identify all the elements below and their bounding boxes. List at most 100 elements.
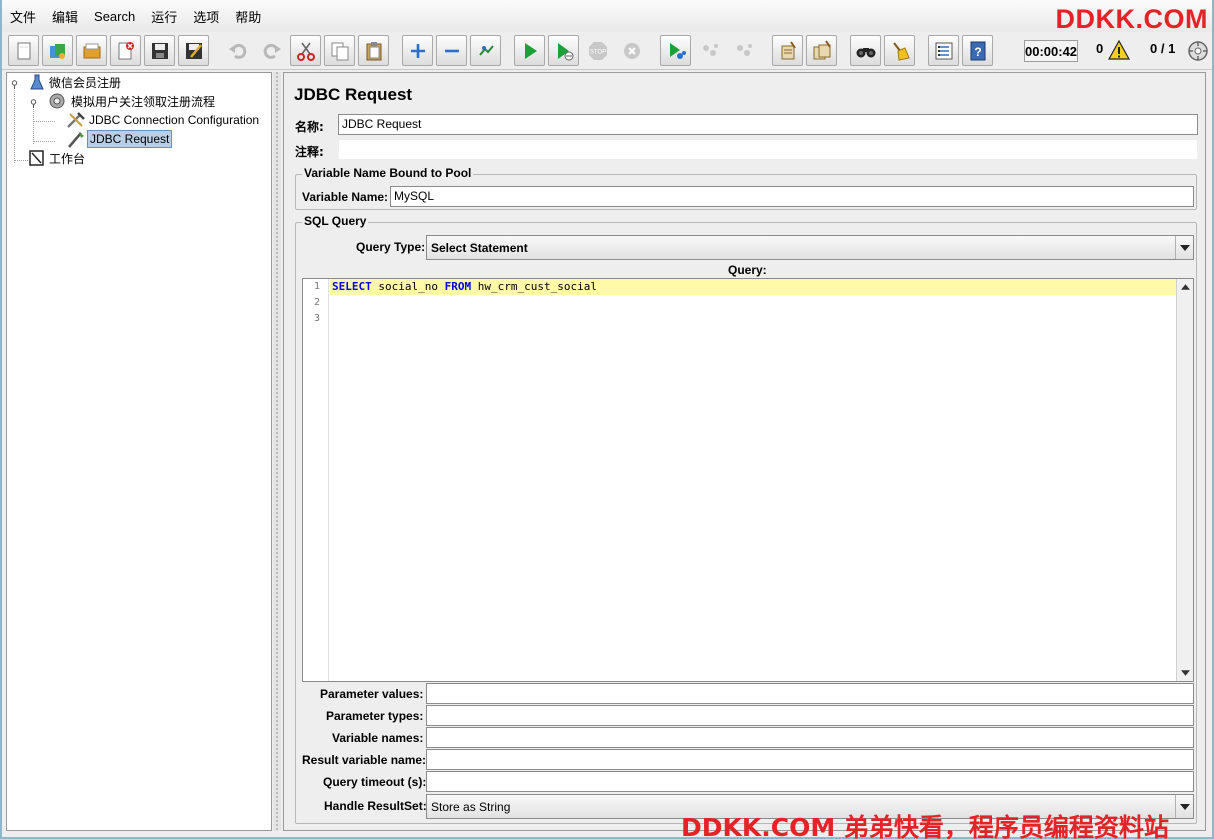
clear-all-icon[interactable] — [806, 35, 837, 66]
toolbar: STOP ? 00:00:42 0 0 / 1 — [2, 32, 1212, 70]
function-helper-icon[interactable] — [928, 35, 959, 66]
variable-name-label: Variable Name: — [302, 190, 389, 204]
scroll-up-icon[interactable] — [1177, 279, 1193, 295]
menu-help[interactable]: 帮助 — [233, 5, 263, 28]
tree-item-thread-group[interactable]: 模拟用户关注领取注册流程 — [45, 92, 217, 110]
scroll-down-icon[interactable] — [1177, 665, 1193, 681]
query-label: Query: — [728, 263, 767, 277]
sampler-icon — [65, 129, 87, 149]
parameter-types-label: Parameter types: — [326, 709, 424, 723]
pool-group-title: Variable Name Bound to Pool — [302, 166, 474, 180]
thread-group-icon — [45, 92, 69, 110]
parameter-types-field[interactable] — [426, 705, 1194, 726]
sql-keyword: FROM — [444, 280, 472, 293]
tree-item-label: 微信会员注册 — [49, 75, 122, 90]
query-type-select[interactable]: Select Statement — [426, 235, 1194, 260]
code-line-1: SELECT social_no FROM hw_crm_cust_social — [330, 279, 1176, 295]
templates-icon[interactable] — [42, 35, 73, 66]
config-element-icon — [65, 110, 87, 130]
name-label: 名称: — [295, 120, 324, 134]
search-icon[interactable] — [850, 35, 881, 66]
menu-bar: 文件 编辑 Search 运行 选项 帮助 — [2, 0, 1212, 32]
query-timeout-field[interactable] — [426, 771, 1194, 792]
expand-icon[interactable] — [402, 35, 433, 66]
remote-start-icon[interactable] — [660, 35, 691, 66]
sql-query-group: SQL Query Query Type: Select Statement Q… — [295, 214, 1197, 824]
paste-icon[interactable] — [358, 35, 389, 66]
menu-run[interactable]: 运行 — [149, 5, 179, 28]
page-title: JDBC Request — [294, 85, 413, 104]
warning-count: 0 — [1096, 41, 1104, 56]
cut-icon[interactable] — [290, 35, 321, 66]
tree-item-test-plan[interactable]: 微信会员注册 — [27, 73, 123, 91]
variable-names-field[interactable] — [426, 727, 1194, 748]
pool-group: Variable Name Bound to Pool Variable Nam… — [295, 166, 1197, 210]
sql-query-group-title: SQL Query — [302, 214, 369, 228]
menu-edit[interactable]: 编辑 — [50, 5, 80, 28]
menu-options[interactable]: 选项 — [191, 5, 221, 28]
redo-icon[interactable] — [256, 35, 287, 66]
test-plan-icon — [27, 73, 47, 91]
parameter-values-field[interactable] — [426, 683, 1194, 704]
query-type-label: Query Type: — [356, 240, 426, 254]
collapse-icon[interactable] — [436, 35, 467, 66]
watermark-top: DDKK.COM — [1055, 4, 1208, 34]
parameter-values-label: Parameter values: — [320, 687, 424, 701]
split-pane-divider[interactable] — [273, 72, 281, 831]
line-number: 2 — [313, 297, 320, 308]
line-number: 1 — [313, 281, 320, 292]
variable-name-field[interactable]: MySQL — [390, 186, 1194, 207]
editor-scrollbar[interactable] — [1176, 279, 1193, 681]
reset-search-icon[interactable] — [884, 35, 915, 66]
result-variable-label: Result variable name: — [302, 753, 427, 767]
remote-stop-icon[interactable] — [694, 35, 725, 66]
menu-search[interactable]: Search — [92, 7, 137, 26]
query-editor[interactable]: 1 2 3 SELECT social_no FROM hw_crm_cust_… — [302, 278, 1194, 682]
chevron-down-icon[interactable] — [1175, 236, 1193, 259]
query-timeout-label: Query timeout (s): — [323, 775, 427, 789]
menu-file[interactable]: 文件 — [8, 5, 38, 28]
svg-text:?: ? — [974, 45, 981, 59]
sql-keyword: SELECT — [332, 280, 372, 293]
stop-icon[interactable]: STOP — [582, 35, 613, 66]
tree-item-jdbc-connection-config[interactable]: JDBC Connection Configuration — [65, 111, 261, 129]
help-icon[interactable]: ? — [962, 35, 993, 66]
close-icon[interactable] — [110, 35, 141, 66]
watermark-bottom: DDKK.COM 弟弟快看，程序员编程资料站 — [681, 813, 1169, 839]
new-icon[interactable] — [8, 35, 39, 66]
start-no-pause-icon[interactable] — [548, 35, 579, 66]
handle-resultset-label: Handle ResultSet: — [324, 799, 427, 813]
result-variable-field[interactable] — [426, 749, 1194, 770]
jdbc-request-panel: JDBC Request 名称: JDBC Request 注释: Variab… — [283, 72, 1206, 831]
name-field[interactable]: JDBC Request — [338, 114, 1198, 135]
jmeter-window: 文件 编辑 Search 运行 选项 帮助 DDKK.COM STOP ? 00… — [0, 0, 1214, 839]
expand-toggle-icon[interactable] — [10, 78, 19, 89]
open-icon[interactable] — [76, 35, 107, 66]
tree-item-workbench[interactable]: 工作台 — [27, 149, 87, 167]
warning-icon[interactable] — [1107, 39, 1131, 60]
start-icon[interactable] — [514, 35, 545, 66]
tree-item-label: 工作台 — [49, 151, 86, 166]
undo-icon[interactable] — [222, 35, 253, 66]
tree-item-label: JDBC Connection Configuration — [89, 113, 260, 127]
save-as-icon[interactable] — [178, 35, 209, 66]
status-indicator-icon — [1187, 40, 1209, 62]
line-number-gutter: 1 2 3 — [303, 279, 329, 681]
copy-icon[interactable] — [324, 35, 355, 66]
comment-field[interactable] — [338, 139, 1198, 160]
tree-item-label: JDBC Request — [87, 130, 173, 148]
shutdown-icon[interactable] — [616, 35, 647, 66]
toggle-icon[interactable] — [470, 35, 501, 66]
handle-resultset-value: Store as String — [431, 800, 511, 814]
save-icon[interactable] — [144, 35, 175, 66]
svg-text:STOP: STOP — [589, 49, 605, 55]
thread-count: 0 / 1 — [1150, 41, 1176, 56]
clear-icon[interactable] — [772, 35, 803, 66]
tree-item-jdbc-request[interactable]: JDBC Request — [65, 129, 173, 149]
chevron-down-icon[interactable] — [1175, 795, 1193, 818]
elapsed-timer: 00:00:42 — [1024, 40, 1078, 62]
expand-toggle-icon[interactable] — [29, 97, 38, 108]
tree-item-label: 模拟用户关注领取注册流程 — [71, 94, 216, 109]
remote-exit-icon[interactable] — [728, 35, 759, 66]
sql-text: social_no — [371, 280, 445, 293]
